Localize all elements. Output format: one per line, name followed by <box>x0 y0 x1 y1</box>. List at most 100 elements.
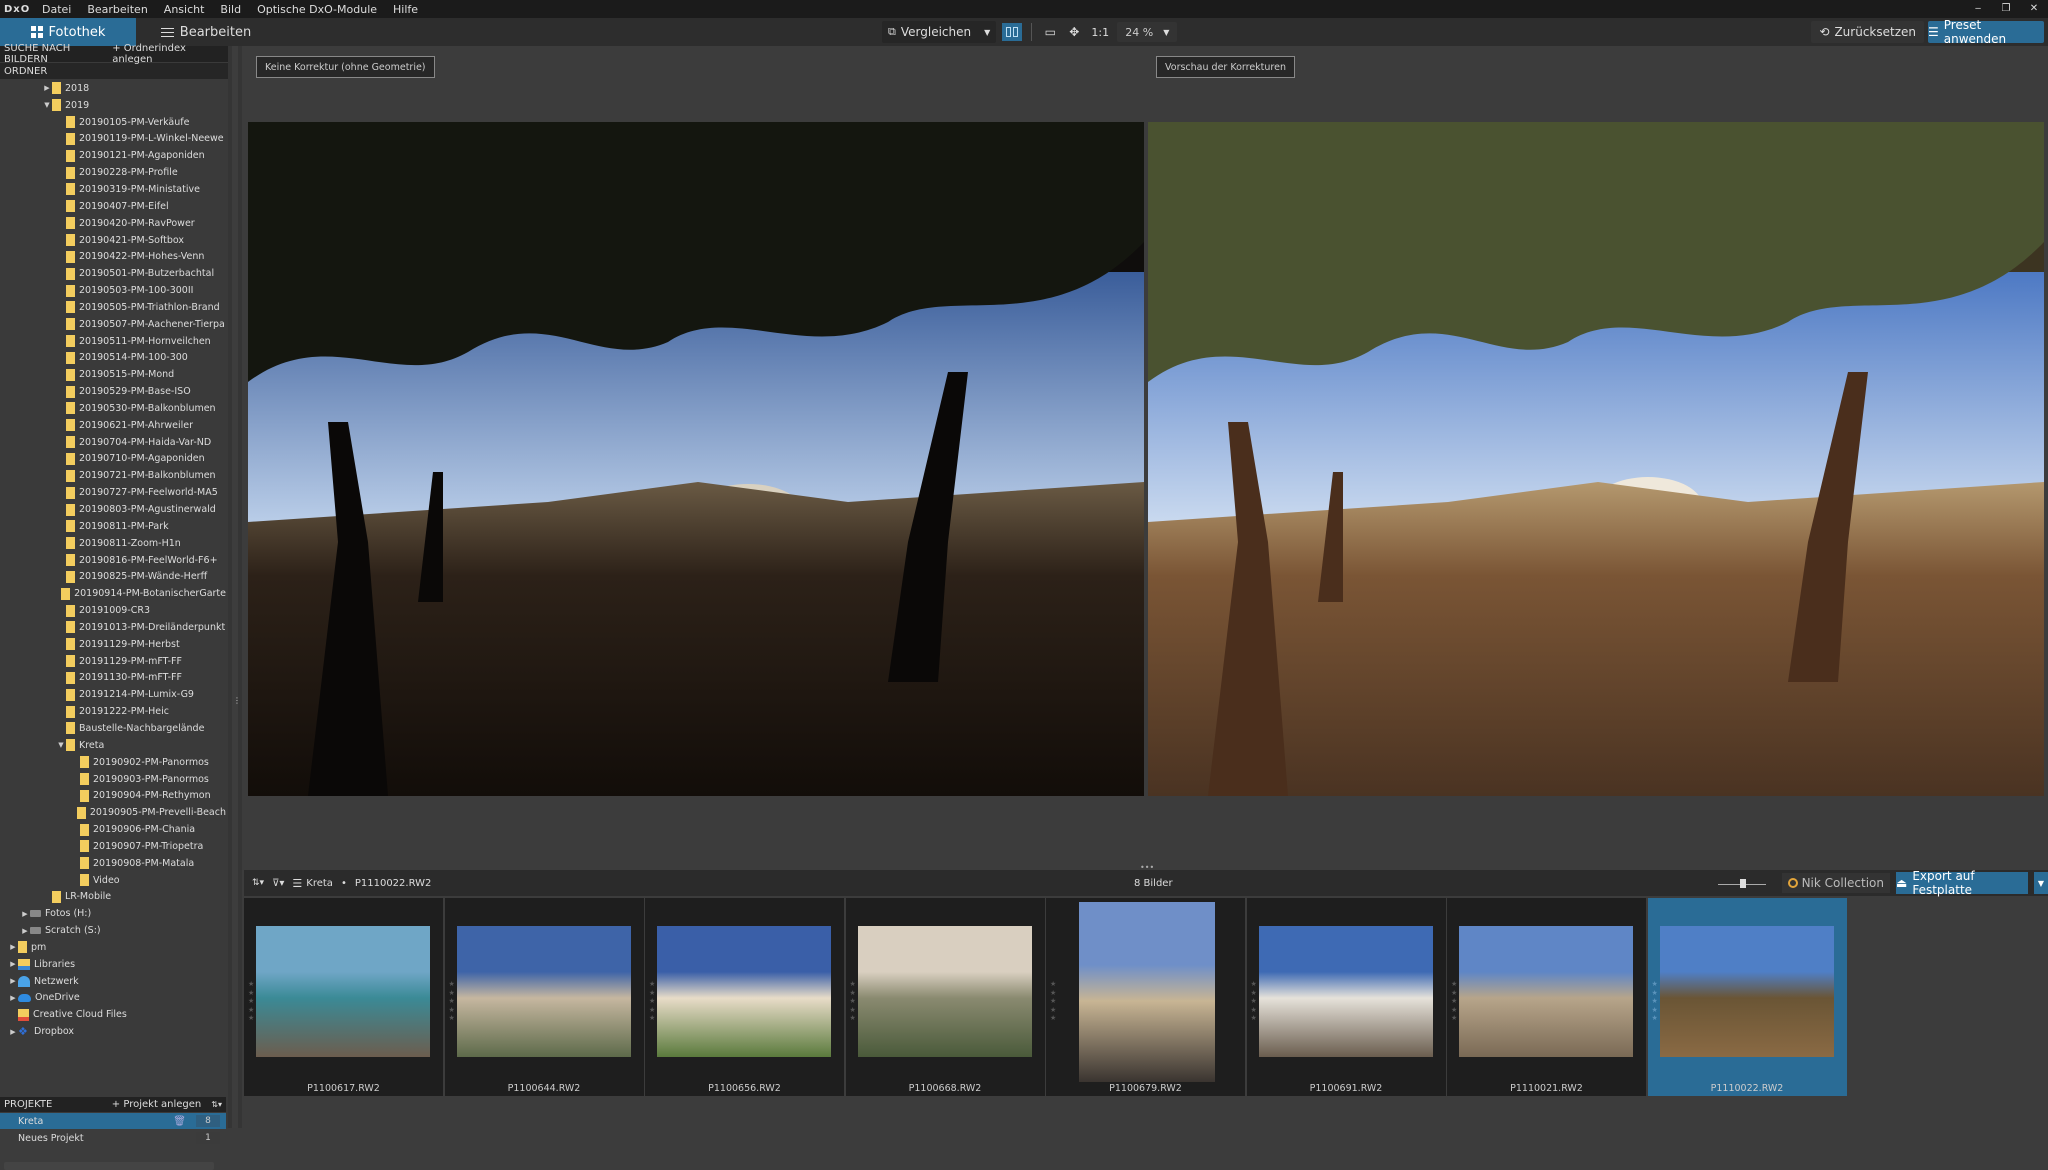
folder-item[interactable]: 20190902-PM-Panormos <box>0 754 226 771</box>
splitter-handle-icon[interactable]: ⋮ <box>233 696 241 705</box>
expanded-arrow-icon[interactable]: ▼ <box>42 101 52 109</box>
move-icon[interactable]: ✥ <box>1065 25 1083 39</box>
folder-item[interactable]: 20190319-PM-Ministative <box>0 181 226 198</box>
folder-item[interactable]: 20190511-PM-Hornveilchen <box>0 333 226 350</box>
zoom-level-select[interactable]: 24 % ▼ <box>1117 22 1178 42</box>
project-item-kreta[interactable]: Kreta 🗑 8 <box>0 1113 226 1129</box>
star-rating[interactable]: ★ ★ ★ ★ ★ <box>1451 980 1457 1023</box>
folder-item[interactable]: ▶ Libraries <box>0 956 226 973</box>
search-images-label[interactable]: SUCHE NACH BILDERN <box>4 43 112 65</box>
collapsed-arrow-icon[interactable]: ▶ <box>8 994 18 1002</box>
folder-item[interactable]: ▶ 2018 <box>0 80 226 97</box>
original-image[interactable] <box>248 122 1144 796</box>
collapsed-arrow-icon[interactable]: ▶ <box>20 927 30 935</box>
star-rating[interactable]: ★ ★ ★ ★ ★ <box>649 980 655 1023</box>
filmstrip-thumbnail[interactable]: ★ ★ ★ ★ ★ P1100617.RW2 <box>244 898 443 1096</box>
folder-item[interactable]: 20190503-PM-100-300II <box>0 282 226 299</box>
folder-item[interactable]: 20190529-PM-Base-ISO <box>0 383 226 400</box>
star-rating[interactable]: ★ ★ ★ ★ ★ <box>1652 980 1658 1023</box>
folder-item[interactable]: 20190515-PM-Mond <box>0 366 226 383</box>
collapsed-arrow-icon[interactable]: ▶ <box>8 960 18 968</box>
filter-icon[interactable]: ⊽▾ <box>272 878 284 889</box>
menu-hilfe[interactable]: Hilfe <box>385 3 426 16</box>
corrected-image[interactable] <box>1148 122 2044 796</box>
zoom-1-1-button[interactable]: 1:1 <box>1089 26 1111 39</box>
folder-item[interactable]: 20190905-PM-Prevelli-Beach <box>0 804 226 821</box>
export-to-disk-button[interactable]: ⏏ Export auf Festplatte <box>1896 869 2028 897</box>
star-rating[interactable]: ★ ★ ★ ★ ★ <box>1251 980 1257 1023</box>
minimize-icon[interactable]: ‒ <box>1964 0 1992 18</box>
thumbnail-size-slider[interactable] <box>1717 878 1766 888</box>
filmstrip-thumbnail[interactable]: ★ ★ ★ ★ ★ P1100644.RW2 <box>444 898 644 1096</box>
folder-item[interactable]: 20190710-PM-Agaponiden <box>0 451 226 468</box>
add-project-button[interactable]: + Projekt anlegen <box>112 1099 201 1110</box>
folder-item[interactable]: 20190721-PM-Balkonblumen <box>0 467 226 484</box>
folder-item[interactable]: 20190421-PM-Softbox <box>0 232 226 249</box>
folder-item[interactable]: 20190908-PM-Matala <box>0 855 226 872</box>
folder-item[interactable]: 20190811-Zoom-H1n <box>0 535 226 552</box>
folder-item[interactable]: 20190914-PM-BotanischerGarte <box>0 585 226 602</box>
menu-ansicht[interactable]: Ansicht <box>156 3 213 16</box>
folder-item[interactable]: 20190422-PM-Hohes-Venn <box>0 248 226 265</box>
folder-item[interactable]: 20191130-PM-mFT-FF <box>0 670 226 687</box>
filmstrip-thumbnail[interactable]: ★ ★ ★ ★ ★ P1100679.RW2 <box>1046 898 1245 1096</box>
trash-icon[interactable]: 🗑 <box>173 1116 186 1127</box>
collapsed-arrow-icon[interactable]: ▶ <box>20 910 30 918</box>
folder-item[interactable]: 20191129-PM-Herbst <box>0 636 226 653</box>
folder-item[interactable]: 20191129-PM-mFT-FF <box>0 653 226 670</box>
folder-item[interactable]: ▶ Scratch (S:) <box>0 922 226 939</box>
star-rating[interactable]: ★ ★ ★ ★ ★ <box>850 980 856 1023</box>
chevron-down-icon[interactable]: ▼ <box>984 28 990 37</box>
folder-item[interactable]: 20190903-PM-Panormos <box>0 771 226 788</box>
folder-item[interactable]: 20190121-PM-Agaponiden <box>0 147 226 164</box>
sidebar-horizontal-scrollbar[interactable] <box>4 1162 214 1170</box>
close-icon[interactable]: ✕ <box>2020 0 2048 18</box>
folder-item[interactable]: 20190906-PM-Chania <box>0 821 226 838</box>
tab-fotothek[interactable]: Fotothek <box>0 18 136 46</box>
folder-item[interactable]: Creative Cloud Files <box>0 1006 226 1023</box>
folder-item[interactable]: 20190505-PM-Triathlon-Brand <box>0 299 226 316</box>
menu-bild[interactable]: Bild <box>212 3 249 16</box>
apply-preset-button[interactable]: ☰ Preset anwenden <box>1928 18 2044 46</box>
sidebar-splitter[interactable]: ⋮ <box>228 46 242 1128</box>
collapsed-arrow-icon[interactable]: ▶ <box>8 943 18 951</box>
restore-icon[interactable]: ❐ <box>1992 0 2020 18</box>
folder-item[interactable]: 20191214-PM-Lumix-G9 <box>0 686 226 703</box>
star-rating[interactable]: ★ ★ ★ ★ ★ <box>248 980 254 1023</box>
reset-button[interactable]: ⟲ Zurücksetzen <box>1811 21 1924 43</box>
folder-item[interactable]: 20190228-PM-Profile <box>0 164 226 181</box>
folder-item[interactable]: 20190811-PM-Park <box>0 518 226 535</box>
folder-item[interactable]: 20191013-PM-Dreiländerpunkt <box>0 619 226 636</box>
breadcrumb-project[interactable]: Kreta <box>306 878 333 889</box>
compare-button[interactable]: ⧉ Vergleichen ▼ <box>882 21 997 43</box>
folder-item[interactable]: ▶ OneDrive <box>0 990 226 1007</box>
folder-item[interactable]: 20190501-PM-Butzerbachtal <box>0 265 226 282</box>
filmstrip-thumbnail[interactable]: ★ ★ ★ ★ ★ P1110022.RW2 <box>1647 898 1847 1096</box>
export-options-dropdown[interactable]: ▼ <box>2034 872 2048 894</box>
menu-optische-module[interactable]: Optische DxO-Module <box>249 3 385 16</box>
folder-item[interactable]: 20190420-PM-RavPower <box>0 215 226 232</box>
folder-item[interactable]: 20190825-PM-Wände-Herff <box>0 568 226 585</box>
folder-item[interactable]: 20191222-PM-Heic <box>0 703 226 720</box>
folder-item[interactable]: 20190530-PM-Balkonblumen <box>0 400 226 417</box>
folder-item[interactable]: 20190907-PM-Triopetra <box>0 838 226 855</box>
project-item-neues-projekt[interactable]: Neues Projekt 1 <box>0 1130 226 1146</box>
nik-collection-button[interactable]: Nik Collection <box>1781 873 1890 893</box>
filmstrip-thumbnail[interactable]: ★ ★ ★ ★ ★ P1110021.RW2 <box>1447 898 1646 1096</box>
tab-bearbeiten[interactable]: Bearbeiten <box>136 18 276 46</box>
folder-item[interactable]: ▼ Kreta <box>0 737 226 754</box>
folder-item[interactable]: LR-Mobile <box>0 889 226 906</box>
filmstrip-thumbnail[interactable]: ★ ★ ★ ★ ★ P1100691.RW2 <box>1246 898 1446 1096</box>
folder-item[interactable]: 20190621-PM-Ahrweiler <box>0 417 226 434</box>
split-view-button[interactable] <box>1002 23 1023 41</box>
sort-icon[interactable]: ⇅▾ <box>252 878 264 888</box>
folder-item[interactable]: 20190119-PM-L-Winkel-Neewe <box>0 131 226 148</box>
collapsed-arrow-icon[interactable]: ▶ <box>8 977 18 985</box>
folder-item[interactable]: 20190704-PM-Haida-Var-ND <box>0 434 226 451</box>
fit-screen-icon[interactable]: ▭ <box>1041 25 1059 39</box>
star-rating[interactable]: ★ ★ ★ ★ ★ <box>449 980 455 1023</box>
folder-item[interactable]: ▶ Fotos (H:) <box>0 905 226 922</box>
folder-item[interactable]: 20190105-PM-Verkäufe <box>0 114 226 131</box>
folder-item[interactable]: ▼ 2019 <box>0 97 226 114</box>
collapsed-arrow-icon[interactable]: ▶ <box>8 1028 18 1036</box>
